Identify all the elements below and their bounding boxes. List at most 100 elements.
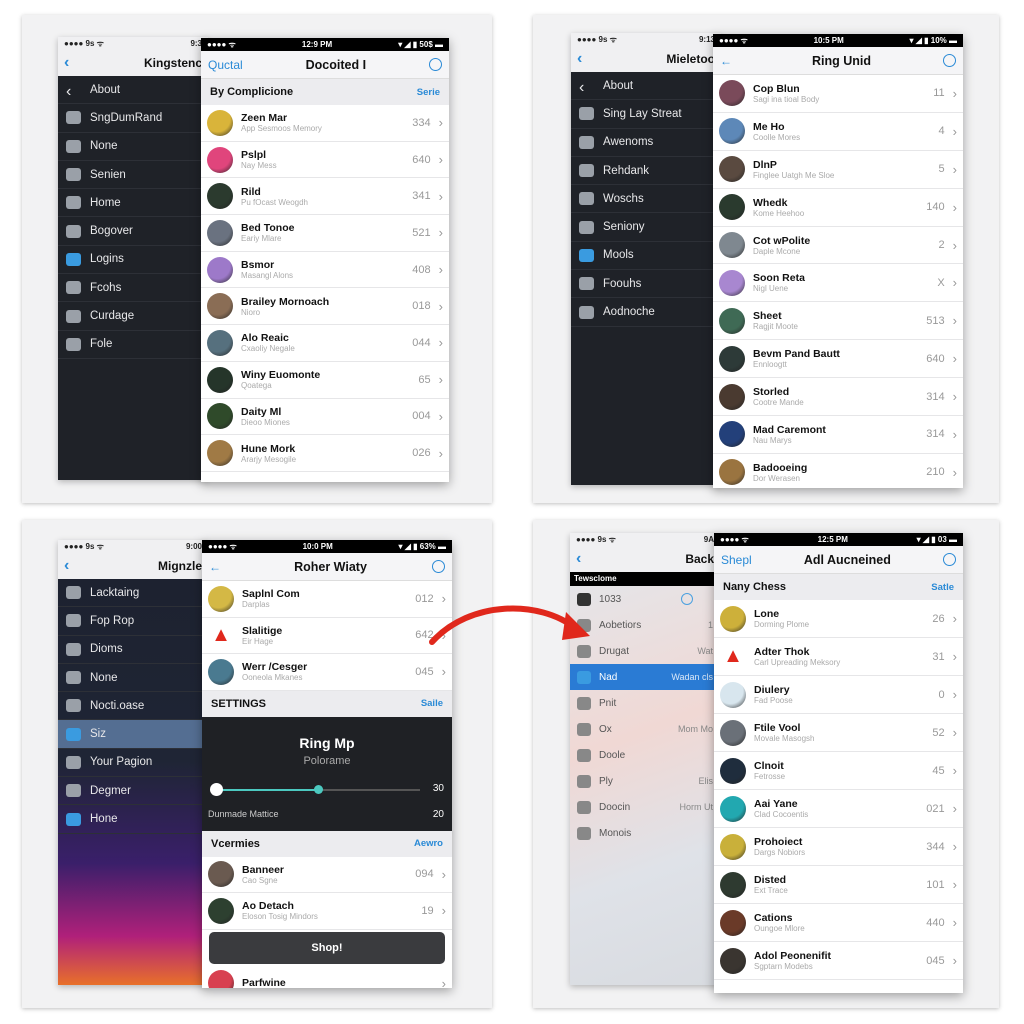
chevron-right-icon[interactable]: › (439, 152, 443, 167)
chevron-right-icon[interactable]: › (953, 877, 957, 892)
nav-left-button[interactable]: ← (209, 560, 229, 574)
list-item[interactable]: Daity Ml Dieoo Miones 004 › (201, 398, 449, 436)
chevron-right-icon[interactable]: › (442, 976, 446, 988)
list-item[interactable]: Mad Caremont Nau Marys 314 › (713, 416, 963, 454)
nav-left-button[interactable]: ← (720, 54, 740, 68)
back-chevron-icon[interactable]: ‹ (64, 54, 69, 72)
list-item[interactable]: Ftile Vool Movale Masogsh 52 › (714, 714, 963, 752)
chevron-right-icon[interactable]: › (439, 409, 443, 424)
chevron-right-icon[interactable]: › (439, 446, 443, 461)
sidebar-item-hone[interactable]: Hone (58, 805, 208, 834)
sidebar-item-awenoms[interactable]: Awenoms (571, 129, 721, 157)
shop-button[interactable]: Shop! (209, 931, 445, 964)
chevron-right-icon[interactable]: › (953, 725, 957, 740)
chevron-right-icon[interactable]: › (953, 162, 957, 177)
settings-circle-icon[interactable] (429, 58, 442, 71)
sidebar-item-doole[interactable]: Doole (570, 742, 720, 768)
sidebar-item-senien[interactable]: Senien (58, 161, 208, 190)
chevron-right-icon[interactable]: › (439, 225, 443, 240)
list-item[interactable]: Sheet Ragjit Moote 513 › (713, 302, 963, 341)
sidebar-item-sngdumrand[interactable]: SngDumRand (58, 104, 208, 133)
chevron-right-icon[interactable]: › (953, 763, 957, 778)
sidebar-item-nad[interactable]: Nad Wadan cls (570, 664, 720, 690)
slider-track[interactable] (210, 782, 420, 796)
list-item[interactable]: Zeen Mar App Sesmoos Memory 334 › (201, 105, 449, 142)
settings-circle-icon[interactable] (943, 553, 956, 566)
chevron-right-icon[interactable]: › (953, 427, 957, 442)
chevron-right-icon[interactable]: › (442, 628, 446, 643)
chevron-right-icon[interactable]: › (953, 687, 957, 702)
sidebar-item-siz[interactable]: Siz (58, 720, 208, 749)
sidebar-item-sing-lay-streat[interactable]: Sing Lay Streat (571, 100, 721, 129)
list-item[interactable]: Diulery Fad Poose 0 › (714, 676, 963, 714)
chevron-right-icon[interactable]: › (953, 611, 957, 626)
sidebar-item-about[interactable]: ‹ About (58, 76, 208, 105)
settings-circle-icon[interactable] (432, 560, 445, 573)
section-action-link[interactable]: Aewro (414, 838, 443, 849)
chevron-right-icon[interactable]: › (439, 299, 443, 314)
list-item[interactable]: Clnoit Fetrosse 45 › (714, 752, 963, 790)
chevron-right-icon[interactable]: › (953, 915, 957, 930)
sidebar-item-fole[interactable]: Fole (58, 331, 208, 359)
list-item[interactable]: Saplnl Com Darplas 012 › (202, 581, 452, 618)
chevron-right-icon[interactable]: › (439, 115, 443, 130)
section-action-link[interactable]: Serie (417, 87, 440, 98)
chevron-right-icon[interactable]: › (953, 351, 957, 366)
list-item[interactable]: Cations Oungoe Mlore 440 › (714, 904, 963, 942)
chevron-right-icon[interactable]: › (439, 189, 443, 204)
list-item[interactable]: Soon Reta Nigl Uene X › (713, 264, 963, 303)
sidebar-item-logins[interactable]: Logins (58, 246, 208, 275)
sidebar-item-about[interactable]: ‹ About (571, 72, 721, 101)
sidebar-item-woschs[interactable]: Woschs (571, 185, 721, 214)
sidebar-item-your-pagion[interactable]: Your Pagion (58, 749, 208, 778)
chevron-right-icon[interactable]: › (953, 389, 957, 404)
list-item[interactable]: Parfwine › (202, 965, 452, 988)
chevron-right-icon[interactable]: › (953, 953, 957, 968)
sidebar-item-dioms[interactable]: Dioms (58, 636, 208, 664)
list-item[interactable]: Bevm Pand Bautt Ennloogtt 640 › (713, 340, 963, 379)
list-item[interactable]: Hune Mork Ararjy Mesogile 026 › (201, 435, 449, 472)
list-item[interactable]: Banneer Cao Sgne 094 › (202, 856, 452, 893)
sidebar-item-rehdank[interactable]: Rehdank (571, 157, 721, 186)
list-item[interactable]: Pslpl Nay Mess 640 › (201, 141, 449, 179)
list-item[interactable]: Werr /Cesger Ooneola Mkanes 045 › (202, 654, 452, 691)
chevron-right-icon[interactable]: › (953, 649, 957, 664)
sidebar-item-foouhs[interactable]: Foouhs (571, 270, 721, 299)
chevron-right-icon[interactable]: › (953, 200, 957, 215)
chevron-right-icon[interactable]: › (439, 262, 443, 277)
list-item[interactable]: DlnP Finglee Uatgh Me Sloe 5 › (713, 150, 963, 189)
list-item[interactable]: Whedk Kome Heehoo 140 › (713, 188, 963, 227)
sidebar-item-lacktaing[interactable]: Lacktaing (58, 579, 208, 608)
list-item[interactable]: Lone Dorming Plome 26 › (714, 600, 963, 638)
nav-left-button[interactable]: Shepl (721, 553, 752, 567)
microphone-icon[interactable] (577, 592, 591, 606)
chevron-right-icon[interactable]: › (953, 313, 957, 328)
slider-handle[interactable] (314, 784, 323, 794)
back-chevron-icon[interactable]: ‹ (576, 550, 581, 568)
sidebar-item-degmer[interactable]: Degmer (58, 777, 208, 806)
sidebar-item-bogover[interactable]: Bogover (58, 217, 208, 246)
section-action-link[interactable]: Saile (421, 698, 443, 709)
chevron-right-icon[interactable]: › (442, 591, 446, 606)
list-item[interactable]: Badooeing Dor Werasen 210 › (713, 453, 963, 488)
sidebar-item-nocti-oase[interactable]: Nocti.oase (58, 692, 208, 721)
sidebar-item-fcohs[interactable]: Fcohs (58, 274, 208, 303)
list-item[interactable]: Bed Tonoe Eariy Mlare 521 › (201, 215, 449, 252)
list-item[interactable]: Disted Ext Trace 101 › (714, 866, 963, 904)
sidebar-item-none[interactable]: None (58, 133, 208, 161)
list-item[interactable]: Alo Reaic Cxaoliy Negale 044 › (201, 325, 449, 362)
settings-circle-icon[interactable] (943, 54, 956, 67)
list-item[interactable]: Cot wPolite Daple Mcone 2 › (713, 226, 963, 265)
chevron-right-icon[interactable]: › (439, 335, 443, 350)
list-item[interactable]: Brailey Mornoach Nioro 018 › (201, 288, 449, 326)
sidebar-item-monois[interactable]: Monois (570, 820, 720, 846)
list-item[interactable]: Bsmor Masangl Alons 408 › (201, 251, 449, 289)
chevron-right-icon[interactable]: › (953, 275, 957, 290)
chevron-right-icon[interactable]: › (953, 465, 957, 480)
sidebar-item-seniony[interactable]: Seniony (571, 213, 721, 242)
sidebar-item-none[interactable]: None (58, 664, 208, 693)
sidebar-item-pnit[interactable]: Pnit (570, 690, 720, 716)
sidebar-item-doocin[interactable]: Doocin Horm Ut (570, 794, 720, 820)
back-chevron-icon[interactable]: ‹ (577, 50, 582, 68)
sidebar-item-curdage[interactable]: Curdage (58, 302, 208, 331)
